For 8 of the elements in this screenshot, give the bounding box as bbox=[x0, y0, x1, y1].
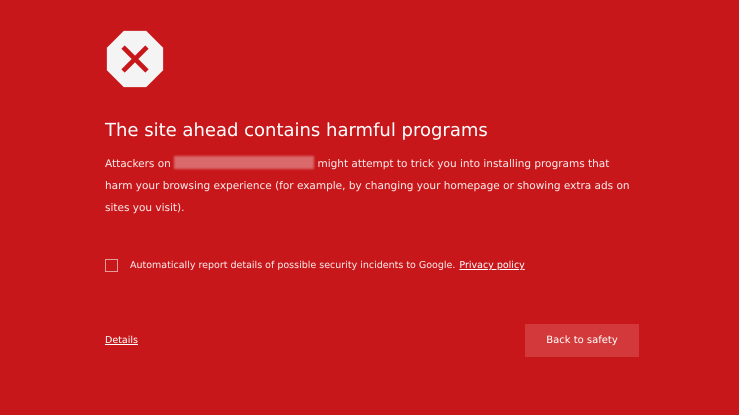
report-checkbox[interactable] bbox=[105, 259, 118, 272]
report-label: Automatically report details of possible security incidents to Google. bbox=[130, 260, 456, 271]
details-link[interactable]: Details bbox=[105, 335, 138, 346]
back-to-safety-button[interactable]: Back to safety bbox=[525, 324, 639, 357]
error-icon bbox=[105, 29, 165, 89]
privacy-policy-link[interactable]: Privacy policy bbox=[459, 260, 525, 271]
warning-message: Attackers on might attempt to trick you into installing programs that harm your browsing experience (for example, by changing your homepage or showing extra ads on sites you visit). bbox=[105, 155, 631, 216]
page-heading: The site ahead contains harmful programs bbox=[105, 120, 489, 141]
